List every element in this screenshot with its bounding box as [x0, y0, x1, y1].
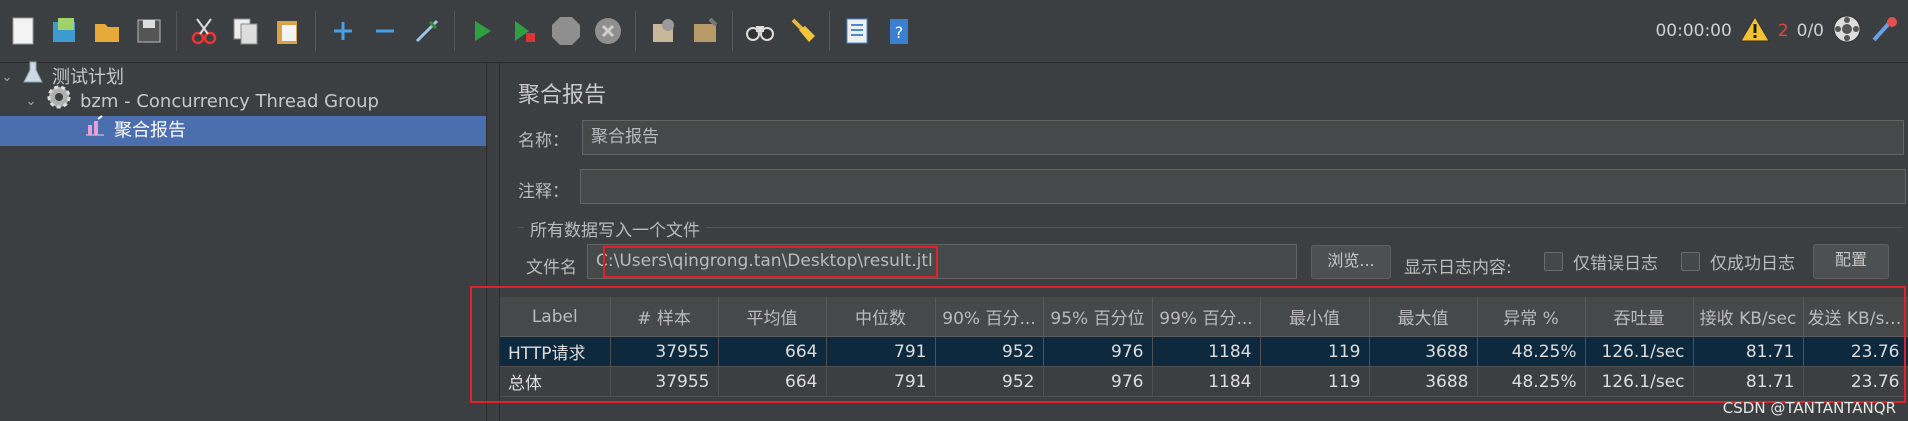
- remote-status-icon: [1832, 14, 1862, 49]
- start-no-pause-icon[interactable]: [504, 11, 544, 51]
- help-icon[interactable]: ?: [879, 11, 919, 51]
- configure-button[interactable]: 配置: [1813, 244, 1889, 279]
- filename-highlight-box: [603, 246, 938, 278]
- reset-search-icon[interactable]: [782, 11, 822, 51]
- clear-icon[interactable]: [643, 11, 683, 51]
- listener-icon: [84, 115, 106, 147]
- test-plan-tree: ⌄ 测试计划 ⌄ bzm - Concurrency Thread Group …: [0, 61, 487, 421]
- toolbar: ? 00:00:00 2 0/0: [0, 0, 1908, 63]
- page-title: 聚合报告: [518, 83, 607, 108]
- save-icon[interactable]: [129, 11, 169, 51]
- paste-icon[interactable]: [268, 11, 308, 51]
- chevron-down-icon[interactable]: ⌄: [24, 87, 38, 117]
- tree-item-label: 聚合报告: [114, 120, 186, 141]
- tree-item-thread-group[interactable]: ⌄ bzm - Concurrency Thread Group: [24, 84, 379, 120]
- errors-only-checkbox[interactable]: [1544, 252, 1563, 271]
- search-icon[interactable]: [740, 11, 780, 51]
- comment-label: 注释：: [518, 182, 569, 202]
- errors-only-label: 仅错误日志: [1573, 254, 1658, 274]
- gear-icon: [46, 84, 72, 120]
- log-viewer-icon[interactable]: [1870, 14, 1898, 49]
- name-label: 名称：: [518, 131, 569, 151]
- success-only-label: 仅成功日志: [1710, 254, 1795, 274]
- divider: [518, 227, 1903, 228]
- warning-icon[interactable]: [1739, 15, 1770, 48]
- tree-item-aggregate-report[interactable]: 聚合报告: [0, 115, 486, 147]
- collapse-icon[interactable]: [365, 11, 405, 51]
- shutdown-icon[interactable]: [588, 11, 628, 51]
- expand-icon[interactable]: [323, 11, 363, 51]
- table-highlight-box: [470, 286, 1906, 403]
- watermark: CSDN @TANTANTANQR: [1722, 399, 1896, 417]
- stop-icon[interactable]: [546, 11, 586, 51]
- open-icon[interactable]: [87, 11, 127, 51]
- comment-field[interactable]: [580, 169, 1906, 204]
- errors-only-option[interactable]: 仅错误日志: [1544, 249, 1658, 274]
- success-only-checkbox[interactable]: [1681, 252, 1700, 271]
- toggle-icon[interactable]: [407, 11, 447, 51]
- chevron-down-icon[interactable]: ⌄: [0, 63, 14, 93]
- svg-text:?: ?: [895, 23, 904, 42]
- copy-icon[interactable]: [226, 11, 266, 51]
- templates-icon[interactable]: [45, 11, 85, 51]
- new-icon[interactable]: [3, 11, 43, 51]
- thread-count: 0/0: [1796, 21, 1824, 41]
- browse-button[interactable]: 浏览...: [1311, 245, 1391, 279]
- clear-all-icon[interactable]: [685, 11, 725, 51]
- name-field[interactable]: 聚合报告: [582, 120, 1904, 155]
- tree-item-label: bzm - Concurrency Thread Group: [80, 91, 379, 112]
- error-count: 2: [1777, 21, 1789, 41]
- success-only-option[interactable]: 仅成功日志: [1681, 249, 1795, 274]
- function-helper-icon[interactable]: [837, 11, 877, 51]
- log-content-label: 显示日志内容:: [1404, 258, 1512, 278]
- cut-icon[interactable]: [184, 11, 224, 51]
- elapsed-timer: 00:00:00: [1655, 21, 1732, 41]
- file-group-title: 所有数据写入一个文件: [524, 216, 706, 241]
- filename-label: 文件名: [526, 258, 577, 278]
- start-icon[interactable]: [462, 11, 502, 51]
